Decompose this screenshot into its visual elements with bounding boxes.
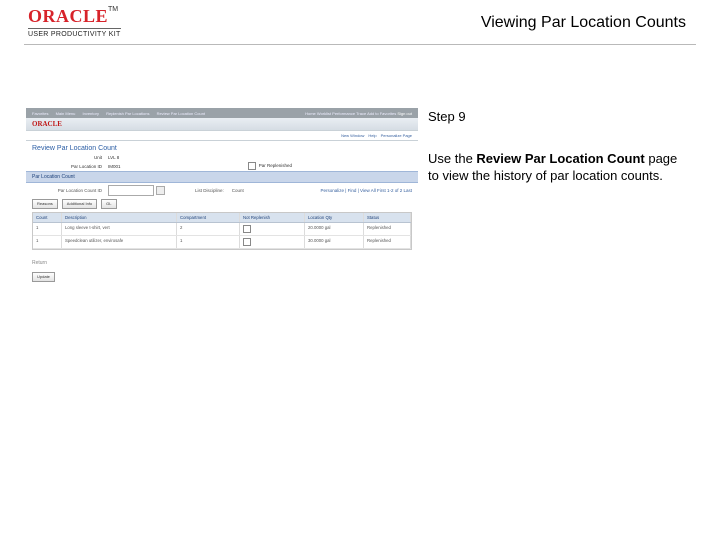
par-replenished-label: Par Replenished (259, 163, 292, 168)
count-label: Count (232, 188, 244, 193)
th-notrep[interactable]: Not Replenish (240, 213, 305, 222)
link-worklist[interactable]: Worklist (317, 111, 331, 116)
cell-desc: Speedclean utilizer, envirosafe (62, 236, 177, 248)
global-links: Home Worklist Performance Trace Add to F… (305, 111, 412, 116)
link-home[interactable]: Home (305, 111, 316, 116)
tab-additional-info[interactable]: Additional Info (62, 199, 97, 209)
filter-label: Par Location Count ID (32, 188, 102, 193)
instruction-panel: Step 9 Use the Review Par Location Count… (428, 108, 686, 185)
link-new-window[interactable]: New Window (341, 133, 364, 138)
link-perf[interactable]: Performance Trace (332, 111, 366, 116)
table-row: 1 Long sleeve t-shirt, vert 2 20.0000 ga… (33, 223, 411, 236)
app-logo: ORACLE (32, 120, 62, 128)
tab-gl-icon[interactable]: GL (101, 199, 116, 209)
cell-qty: 30.0000 gal (305, 236, 364, 248)
list-discipline-label: List Discipline: (195, 188, 224, 193)
nav-main[interactable]: Main Menu (56, 111, 76, 116)
parloc-value: IM001 (108, 164, 121, 169)
instruction-pre: Use the (428, 151, 476, 166)
nav-replenish[interactable]: Replenish Par Locations (106, 111, 149, 116)
section-bar: Par Location Count (26, 171, 418, 183)
th-desc[interactable]: Description (62, 213, 177, 222)
nav-favorites[interactable]: Favorites (32, 111, 48, 116)
link-signout[interactable]: Sign out (397, 111, 412, 116)
logo-word: ORACLE (28, 6, 108, 26)
unit-label: Unit (32, 155, 102, 160)
cell-count: 1 (33, 223, 62, 235)
th-count[interactable]: Count (33, 213, 62, 222)
logo-tm: TM (108, 6, 118, 13)
th-comp[interactable]: Compartment (177, 213, 240, 222)
header-rule (24, 44, 696, 45)
cell-status: Replenished (364, 223, 411, 235)
link-help[interactable]: Help (368, 133, 376, 138)
instruction-text: Use the Review Par Location Count page t… (428, 150, 686, 185)
instruction-bold: Review Par Location Count (476, 151, 644, 166)
cell-count: 1 (33, 236, 62, 248)
tab-reasons[interactable]: Reasons (32, 199, 58, 209)
cell-notrep (240, 223, 305, 235)
par-replenished-checkbox[interactable] (248, 162, 256, 170)
link-personalize[interactable]: Personalize Page (381, 133, 412, 138)
app-logo-bar: ORACLE (26, 118, 418, 130)
unit-value: LVL 8 (108, 155, 119, 160)
cell-desc: Long sleeve t-shirt, vert (62, 223, 177, 235)
cell-status: Replenished (364, 236, 411, 248)
sub-nav: New Window Help Personalize Page (26, 130, 418, 141)
app-screenshot: Favorites Main Menu Inventory Replenish … (26, 108, 418, 302)
nav-inventory[interactable]: Inventory (83, 111, 99, 116)
breadcrumb[interactable]: Favorites Main Menu Inventory Replenish … (32, 111, 205, 116)
cell-comp: 1 (177, 236, 240, 248)
th-qty[interactable]: Location Qty (305, 213, 364, 222)
results-grid: Count Description Compartment Not Replen… (32, 212, 412, 250)
th-status[interactable]: Status (364, 213, 411, 222)
filter-input[interactable] (108, 185, 154, 196)
nav-review[interactable]: Review Par Location Count (157, 111, 205, 116)
page-title: Viewing Par Location Counts (481, 14, 686, 32)
parloc-label: Par Location ID (32, 164, 102, 169)
step-label: Step 9 (428, 108, 686, 126)
oracle-logo: ORACLETM USER PRODUCTIVITY KIT (28, 6, 121, 38)
notrep-checkbox[interactable] (243, 225, 251, 233)
return-link[interactable]: Return (26, 250, 418, 270)
cell-comp: 2 (177, 223, 240, 235)
global-nav: Favorites Main Menu Inventory Replenish … (26, 108, 418, 118)
link-fav[interactable]: Add to Favorites (367, 111, 396, 116)
pager[interactable]: Personalize | Find | View All First 1-2 … (320, 188, 412, 193)
lookup-icon[interactable] (156, 186, 165, 195)
section-bar-label: Par Location Count (32, 174, 75, 180)
update-button[interactable]: Update (32, 272, 55, 282)
notrep-checkbox[interactable] (243, 238, 251, 246)
logo-subtitle: USER PRODUCTIVITY KIT (28, 28, 121, 38)
cell-notrep (240, 236, 305, 248)
cell-qty: 20.0000 gal (305, 223, 364, 235)
table-row: 1 Speedclean utilizer, envirosafe 1 30.0… (33, 236, 411, 249)
content-title: Review Par Location Count (26, 141, 418, 154)
